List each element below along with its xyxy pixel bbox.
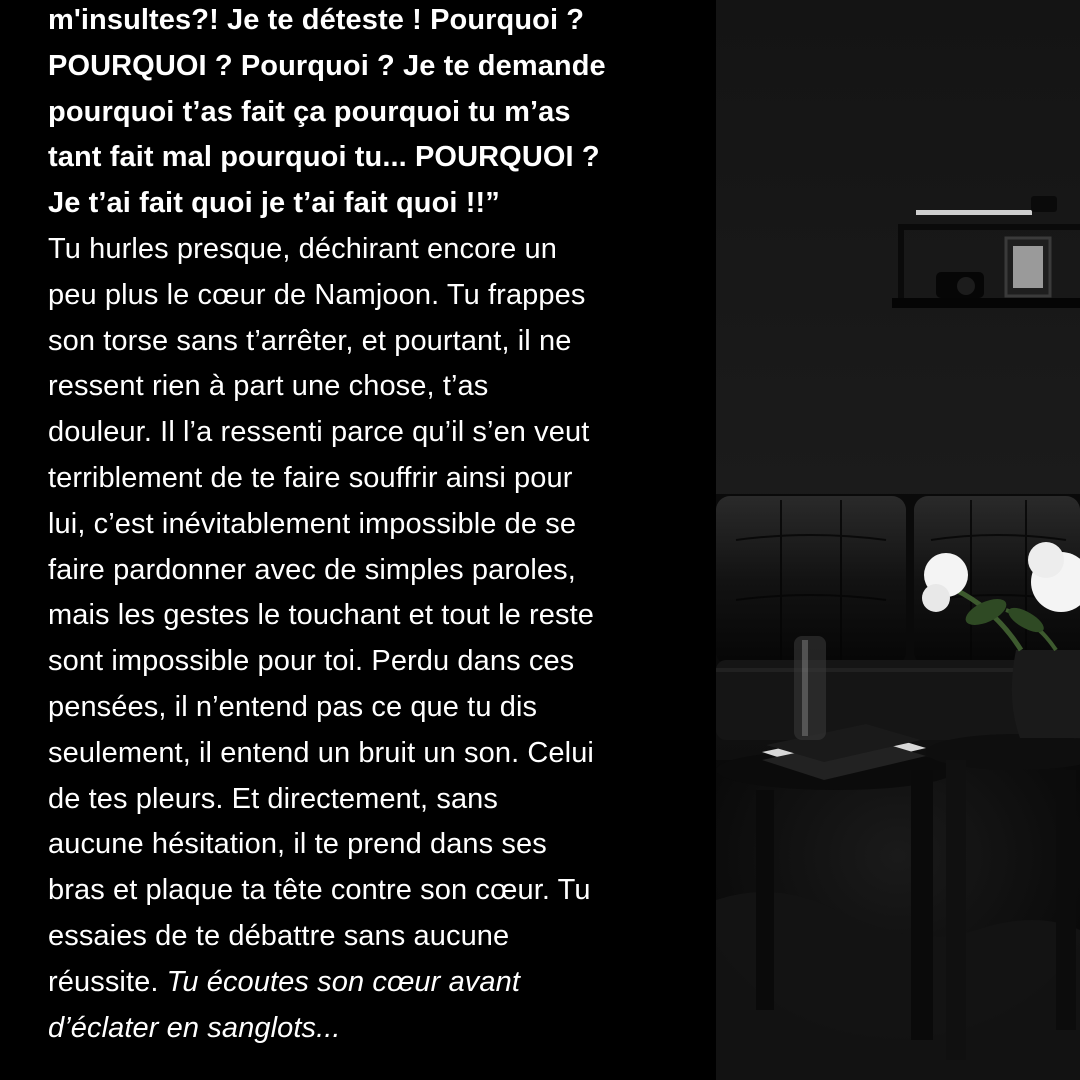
room-photo-illustration (716, 0, 1080, 1080)
story-line: lui, c’est inévitablement impossible de … (48, 507, 577, 540)
story-line: bras et plaque ta tête contre son cœur. … (48, 874, 591, 907)
story-line-regular-part: réussite. (48, 965, 167, 998)
story-line: de tes pleurs. Et directement, sans (48, 782, 498, 815)
story-line: ressent rien à part une chose, t’as (48, 370, 489, 403)
story-line: mais les gestes le touchant et tout le r… (48, 599, 595, 632)
story-line-italic: d’éclater en sanglots... (48, 1011, 341, 1044)
story-line: POURQUOI ? Pourquoi ? Je te demande (48, 49, 606, 82)
story-line: sont impossible pour toi. Perdu dans ces (48, 645, 575, 678)
story-line: Je t’ai fait quoi je t’ai fait quoi !!” (48, 187, 500, 220)
story-line: pensées, il n’entend pas ce que tu dis (48, 690, 538, 723)
story-line-italic-part: Tu écoutes son cœur avant (166, 965, 521, 998)
story-line: terriblement de te faire souffrir ainsi … (48, 461, 573, 494)
story-text: m'insultes?! Je te déteste ! Pourquoi ? … (48, 0, 708, 1051)
story-text-panel: m'insultes?! Je te déteste ! Pourquoi ? … (0, 0, 716, 1080)
story-line: douleur. Il l’a ressenti parce qu’il s’e… (48, 416, 590, 449)
story-line: son torse sans t’arrêter, et pourtant, i… (48, 324, 572, 357)
story-line: seulement, il entend un bruit un son. Ce… (48, 736, 594, 769)
glass-carafe (794, 636, 826, 740)
room-photo (716, 0, 1080, 1080)
story-line-mixed: réussite. Tu écoutes son cœur avant (48, 960, 708, 1006)
story-line: Tu hurles presque, déchirant encore un (48, 232, 557, 265)
story-line: peu plus le cœur de Namjoon. Tu frappes (48, 278, 586, 311)
story-line: pourquoi t’as fait ça pourquoi tu m’as (48, 95, 571, 128)
story-image: m'insultes?! Je te déteste ! Pourquoi ? … (0, 0, 1080, 1080)
story-line: faire pardonner avec de simples paroles, (48, 553, 576, 586)
story-line: m'insultes?! Je te déteste ! Pourquoi ? (48, 4, 585, 36)
story-line: essaies de te débattre sans aucune (48, 919, 510, 952)
story-line: tant fait mal pourquoi tu... POURQUOI ? (48, 141, 600, 174)
story-line: aucune hésitation, il te prend dans ses (48, 828, 547, 861)
